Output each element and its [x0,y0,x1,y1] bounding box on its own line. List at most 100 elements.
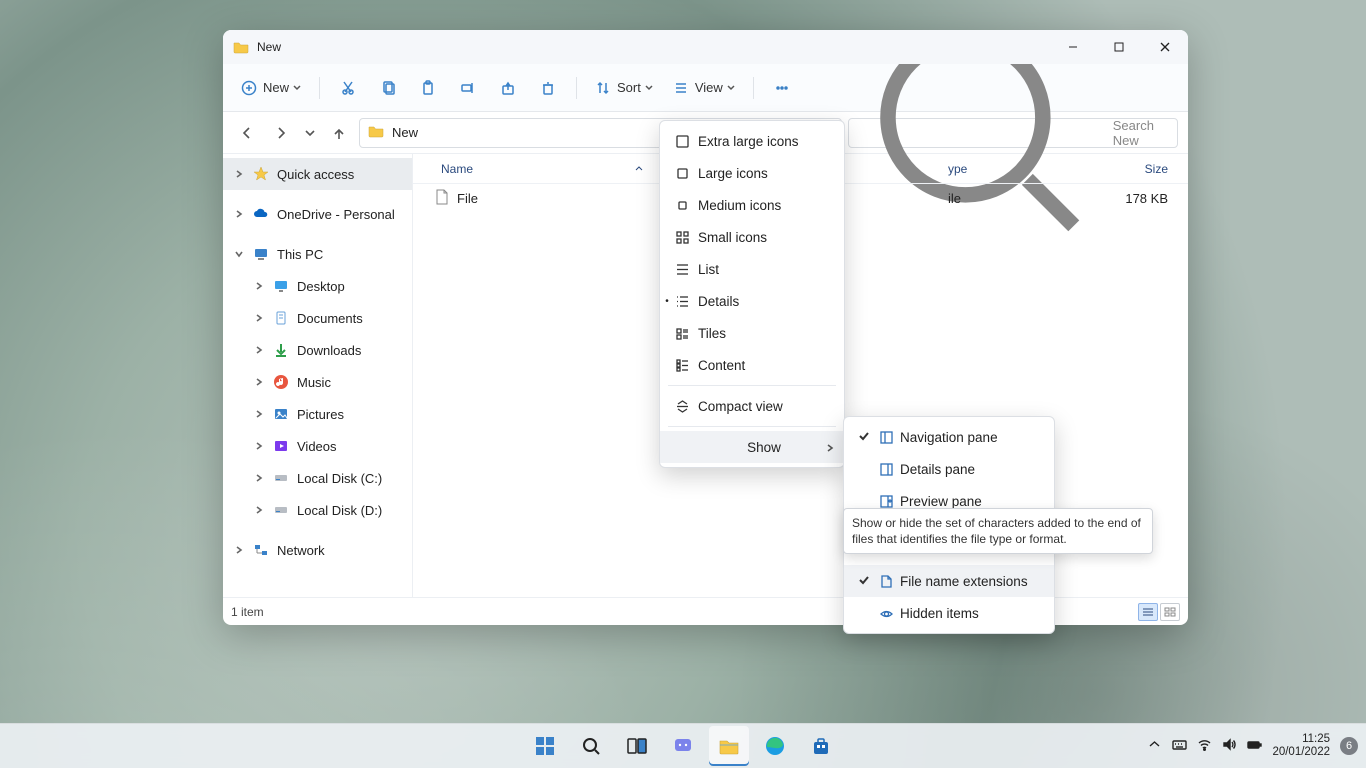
close-button[interactable] [1142,30,1188,64]
address-path: New [392,125,418,140]
chat-button[interactable] [663,726,703,766]
sidebar-item-label: Videos [297,439,337,454]
menu-item-large-icons[interactable]: Large icons [660,157,844,189]
menu-item-label: Details pane [900,462,975,477]
folder-icon [368,123,384,142]
search-placeholder: Search New [1113,118,1169,148]
selected-indicator-icon: • [662,296,672,307]
back-button[interactable] [233,119,261,147]
menu-item-content[interactable]: Content [660,349,844,381]
menu-item-hidden-items[interactable]: Hidden items [844,597,1054,629]
sort-button[interactable]: Sort [587,72,661,104]
more-button[interactable] [764,72,800,104]
file-name: File [457,191,478,206]
edge-task-button[interactable] [755,726,795,766]
new-button[interactable]: New [233,72,309,104]
forward-button[interactable] [267,119,295,147]
copy-button[interactable] [370,72,406,104]
view-button[interactable]: View [665,72,743,104]
rename-button[interactable] [450,72,486,104]
search-input[interactable]: Search New [848,118,1178,148]
preview-pane-icon [878,493,894,509]
menu-item-show[interactable]: Show [660,431,844,463]
menu-item-label: Navigation pane [900,430,998,445]
sidebar-item-music[interactable]: Music [223,366,412,398]
menu-item-label: Extra large icons [698,134,799,149]
sidebar-item-label: Quick access [277,167,354,182]
column-type: ype [948,162,967,176]
sidebar-item-local-disk-d[interactable]: Local Disk (D:) [223,494,412,526]
titlebar[interactable]: New [223,30,1188,64]
menu-item-label: Details [698,294,739,309]
clock[interactable]: 11:25 20/01/2022 [1272,733,1330,759]
battery-icon[interactable] [1247,737,1262,755]
videos-icon [273,438,289,454]
search-task-button[interactable] [571,726,611,766]
delete-button[interactable] [530,72,566,104]
share-button[interactable] [490,72,526,104]
minimize-button[interactable] [1050,30,1096,64]
menu-item-label: Small icons [698,230,767,245]
menu-item-label: Preview pane [900,494,982,509]
sidebar-item-downloads[interactable]: Downloads [223,334,412,366]
volume-icon[interactable] [1222,737,1237,755]
menu-item-label: List [698,262,719,277]
sort-indicator-icon [635,162,643,176]
recent-locations-button[interactable] [301,119,319,147]
sidebar-item-onedrive[interactable]: OneDrive - Personal [223,198,412,230]
task-view-button[interactable] [617,726,657,766]
details-view-toggle[interactable] [1138,603,1158,621]
store-task-button[interactable] [801,726,841,766]
sidebar-item-pictures[interactable]: Pictures [223,398,412,430]
sidebar-item-documents[interactable]: Documents [223,302,412,334]
wifi-icon[interactable] [1197,737,1212,755]
menu-item-tiles[interactable]: Tiles [660,317,844,349]
sidebar-item-label: Downloads [297,343,361,358]
start-button[interactable] [525,726,565,766]
window-title: New [257,40,281,54]
sidebar-item-quick-access[interactable]: Quick access [223,158,412,190]
cut-button[interactable] [330,72,366,104]
keyboard-icon[interactable] [1172,737,1187,755]
tray-overflow-button[interactable] [1147,737,1162,755]
notification-badge[interactable]: 6 [1340,737,1358,755]
cloud-icon [253,206,269,222]
menu-item-small-icons[interactable]: Small icons [660,221,844,253]
maximize-button[interactable] [1096,30,1142,64]
file-size: 178 KB [1125,191,1168,206]
menu-item-label: Content [698,358,745,373]
details-pane-icon [878,461,894,477]
sidebar-item-local-disk-c[interactable]: Local Disk (C:) [223,462,412,494]
menu-item-list[interactable]: List [660,253,844,285]
file-explorer-task-button[interactable] [709,726,749,766]
sidebar-item-this-pc[interactable]: This PC [223,238,412,270]
menu-item-navigation-pane[interactable]: Navigation pane [844,421,1054,453]
star-icon [253,166,269,182]
menu-item-details[interactable]: • Details [660,285,844,317]
music-icon [273,374,289,390]
menu-item-label: File name extensions [900,574,1028,589]
menu-item-compact-view[interactable]: Compact view [660,390,844,422]
folder-icon [233,39,249,55]
tiles-icon [674,325,690,341]
content-icon [674,357,690,373]
check-icon [858,430,872,445]
thumbnails-view-toggle[interactable] [1160,603,1180,621]
menu-item-details-pane[interactable]: Details pane [844,453,1054,485]
pictures-icon [273,406,289,422]
sidebar-item-desktop[interactable]: Desktop [223,270,412,302]
chevron-right-icon [826,440,834,455]
compact-view-icon [674,398,690,414]
sidebar-item-network[interactable]: Network [223,534,412,566]
menu-item-extra-large-icons[interactable]: Extra large icons [660,125,844,157]
menu-item-label: Hidden items [900,606,979,621]
menu-item-medium-icons[interactable]: Medium icons [660,189,844,221]
menu-item-label: Compact view [698,399,783,414]
up-button[interactable] [325,119,353,147]
extra-large-icons-icon [674,133,690,149]
menu-item-file-name-extensions[interactable]: File name extensions [844,565,1054,597]
sidebar-item-videos[interactable]: Videos [223,430,412,462]
paste-button[interactable] [410,72,446,104]
disk-icon [273,470,289,486]
menu-item-label: Medium icons [698,198,781,213]
